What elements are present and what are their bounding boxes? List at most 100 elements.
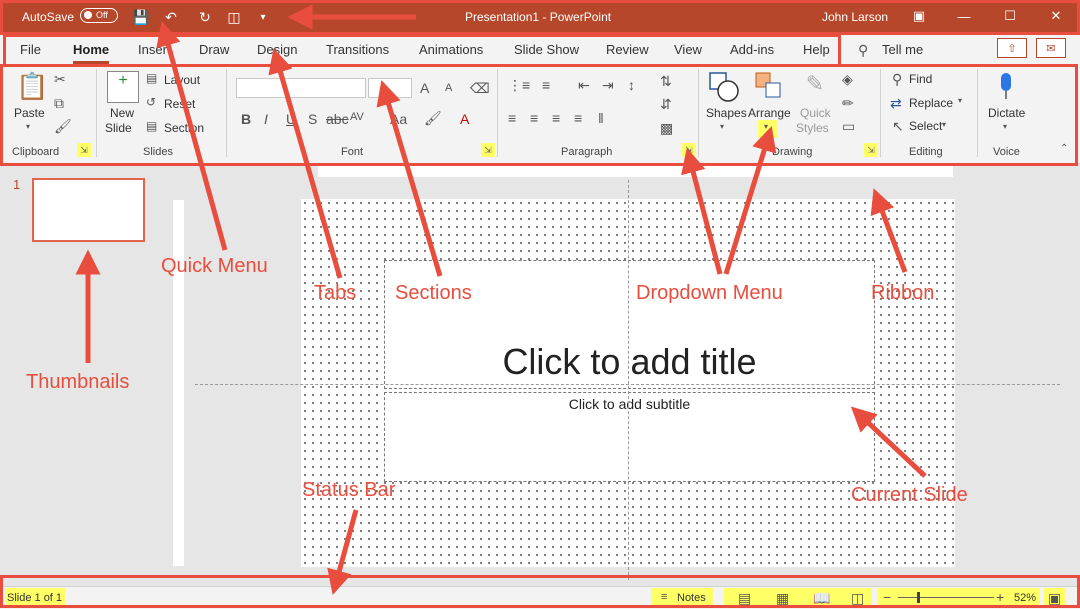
replace-label[interactable]: Replace [909,96,953,110]
align-center-icon[interactable]: ≡ [530,110,538,126]
replace-dropdown-icon[interactable]: ▾ [958,96,962,105]
paragraph-launcher-icon[interactable]: ⇲ [682,143,696,157]
tab-add-ins[interactable]: Add-ins [730,42,774,57]
tab-review[interactable]: Review [606,42,649,57]
tab-home[interactable]: Home [73,42,110,64]
section-label[interactable]: Section [164,121,204,135]
shapes-dropdown-icon[interactable]: ▾ [720,122,724,131]
new-slide-label-2[interactable]: Slide [105,121,132,135]
dictate-label[interactable]: Dictate [988,106,1025,120]
reset-label[interactable]: Reset [164,97,195,111]
zoom-slider-handle[interactable] [917,592,920,603]
quick-styles-icon[interactable]: ✎ [801,71,829,101]
numbering-icon[interactable]: ≡ [542,77,550,93]
clear-format-icon[interactable]: ⌫ [470,80,490,97]
bullets-icon[interactable]: ⋮≡ [508,77,530,94]
change-case-icon[interactable]: Aa [390,111,407,127]
find-icon[interactable]: ⚲ [892,71,902,88]
normal-view-icon[interactable]: ▤ [738,590,751,607]
font-name-input[interactable] [236,78,366,98]
zoom-in-icon[interactable]: + [996,589,1004,605]
save-icon[interactable]: 💾 [132,8,150,26]
zoom-level[interactable]: 52% [1014,592,1036,604]
select-label[interactable]: Select [909,119,942,133]
ribbon-display-icon[interactable]: ▣ [905,6,933,26]
increase-indent-icon[interactable]: ⇥ [602,77,614,94]
decrease-indent-icon[interactable]: ⇤ [578,77,590,94]
tab-insert[interactable]: Insert [138,42,171,57]
reading-view-icon[interactable]: 📖 [813,590,830,607]
select-dropdown-icon[interactable]: ▾ [942,120,946,129]
shape-effects-icon[interactable]: ▭ [842,118,855,135]
drawing-launcher-icon[interactable]: ⇲ [864,143,878,157]
paste-icon[interactable]: 📋 [16,71,48,103]
align-text-icon[interactable]: ⇵ [660,96,672,113]
new-slide-icon[interactable]: + [107,71,139,103]
increase-font-icon[interactable]: A [420,80,429,96]
search-icon[interactable]: ⚲ [858,42,868,59]
reset-icon[interactable]: ↺ [146,95,156,109]
customize-qat-icon[interactable]: ▾ [254,8,272,26]
font-size-input[interactable] [368,78,412,98]
comments-icon[interactable]: ✉ [1036,38,1066,58]
find-label[interactable]: Find [909,72,932,86]
smartart-icon[interactable]: ▩ [660,120,673,137]
replace-icon[interactable]: ⇄ [890,95,902,112]
quick-styles-label-2[interactable]: Styles [796,121,829,135]
italic-icon[interactable]: I [264,111,268,127]
undo-icon[interactable]: ↶ [162,8,180,26]
redo-icon[interactable]: ↻ [196,8,214,26]
arrange-icon[interactable] [754,71,784,101]
arrange-dropdown-icon[interactable]: ▾ [764,122,768,131]
underline-icon[interactable]: U [286,111,296,127]
slide-sorter-icon[interactable]: ▦ [776,590,789,607]
paste-label[interactable]: Paste [14,106,45,120]
tab-help[interactable]: Help [803,42,830,57]
zoom-slider[interactable] [898,597,994,598]
align-left-icon[interactable]: ≡ [508,110,516,126]
highlight-icon[interactable]: 🖌 [424,110,442,127]
fit-slide-icon[interactable]: ▣ [1048,590,1061,607]
autosave-toggle[interactable]: Off [80,8,118,23]
maximize-icon[interactable]: ☐ [996,6,1024,26]
columns-icon[interactable]: ‖ [598,110,604,126]
quick-styles-label-1[interactable]: Quick [800,106,831,120]
vertical-guide[interactable] [628,180,629,580]
font-launcher-icon[interactable]: ⇲ [481,143,495,157]
minimize-icon[interactable]: — [950,6,978,26]
subtitle-placeholder[interactable]: Click to add subtitle [384,392,875,482]
dictate-dropdown-icon[interactable]: ▾ [1003,122,1007,131]
section-icon[interactable]: ▤ [146,119,157,133]
layout-icon[interactable]: ▤ [146,71,157,85]
collapse-ribbon-icon[interactable]: ⌃ [1060,143,1068,154]
tab-animations[interactable]: Animations [419,42,483,57]
font-color-icon[interactable]: A [460,111,469,127]
zoom-out-icon[interactable]: − [883,589,891,605]
line-spacing-icon[interactable]: ↕ [628,77,635,93]
arrange-label[interactable]: Arrange [748,106,791,120]
shadow-icon[interactable]: S [308,111,317,127]
slide-thumbnail[interactable] [32,178,145,242]
paste-dropdown-icon[interactable]: ▾ [26,122,30,131]
clipboard-launcher-icon[interactable]: ⇲ [77,143,91,157]
microphone-icon[interactable] [997,71,1015,101]
new-slide-label-1[interactable]: New [110,106,134,120]
user-name[interactable]: John Larson [822,10,888,24]
tell-me-box[interactable]: Tell me [882,42,923,57]
text-direction-icon[interactable]: ⇅ [660,73,672,90]
shape-outline-icon[interactable]: ✏ [842,95,854,112]
tab-design[interactable]: Design [257,42,297,57]
slideshow-view-icon[interactable]: ◫ [851,590,864,607]
layout-label[interactable]: Layout [164,73,200,87]
present-icon[interactable]: ◫ [225,8,243,26]
close-icon[interactable]: ✕ [1042,6,1070,26]
shape-fill-icon[interactable]: ◈ [842,71,853,88]
notes-button[interactable]: Notes [677,592,706,604]
shapes-label[interactable]: Shapes [706,106,747,120]
char-spacing-icon[interactable]: AV [350,111,364,123]
bold-icon[interactable]: B [241,111,251,127]
cut-icon[interactable]: ✂ [54,71,66,88]
tab-transitions[interactable]: Transitions [326,42,389,57]
title-placeholder[interactable]: Click to add title [384,260,875,389]
share-icon[interactable]: ⇧ [997,38,1027,58]
